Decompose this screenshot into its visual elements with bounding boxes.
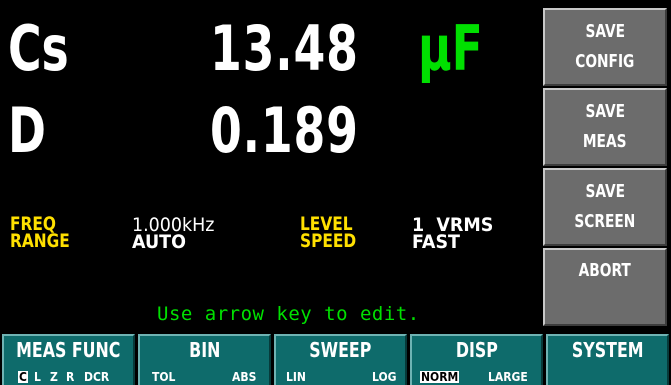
primary-unit: µF — [418, 12, 483, 85]
save-meas-label-line2: MEAS — [583, 131, 627, 152]
meas-func-option-c[interactable]: C — [18, 371, 28, 383]
lcr-meter-screen: Cs 13.48 µF D 0.189 FREQ 1.000kHz LEVEL … — [0, 0, 671, 385]
speed-value[interactable]: FAST — [412, 233, 460, 252]
bin-option-abs[interactable]: ABS — [232, 371, 256, 383]
abort-label: ABORT — [578, 260, 632, 281]
secondary-parameter-name: D — [8, 94, 46, 167]
save-screen-button[interactable]: SAVE SCREEN — [543, 168, 667, 246]
save-meas-label-line1: SAVE — [585, 101, 625, 122]
save-config-label-line2: CONFIG — [575, 51, 635, 72]
primary-parameter-name: Cs — [8, 12, 69, 85]
sweep-button[interactable]: SWEEP LIN LOG — [274, 334, 407, 385]
sweep-option-log[interactable]: LOG — [372, 371, 397, 383]
disp-option-large[interactable]: LARGE — [488, 371, 528, 383]
meas-func-title: MEAS FUNC — [16, 338, 121, 362]
system-title: SYSTEM — [571, 338, 644, 362]
range-value[interactable]: AUTO — [132, 233, 186, 252]
bin-title: BIN — [188, 338, 221, 362]
disp-title: DISP — [455, 338, 498, 362]
meas-func-option-z[interactable]: Z — [50, 371, 58, 383]
save-meas-button[interactable]: SAVE MEAS — [543, 88, 667, 166]
secondary-value: 0.189 — [210, 94, 359, 167]
speed-label: SPEED — [300, 230, 357, 252]
edit-hint-text: Use arrow key to edit. — [157, 303, 420, 325]
disp-option-norm[interactable]: NORM — [420, 371, 460, 383]
abort-button[interactable]: ABORT — [543, 248, 667, 326]
primary-value: 13.48 — [210, 12, 359, 85]
bin-option-tol[interactable]: TOL — [152, 371, 175, 383]
bin-button[interactable]: BIN TOL ABS — [138, 334, 271, 385]
disp-button[interactable]: DISP NORM LARGE — [410, 334, 543, 385]
meas-func-option-dcr[interactable]: DCR — [84, 371, 109, 383]
sweep-title: SWEEP — [309, 338, 372, 362]
range-label: RANGE — [10, 230, 70, 252]
system-button[interactable]: SYSTEM — [546, 334, 669, 385]
meas-func-option-l[interactable]: L — [34, 371, 41, 383]
save-config-label-line1: SAVE — [585, 21, 625, 42]
save-config-button[interactable]: SAVE CONFIG — [543, 8, 667, 86]
meas-func-option-r[interactable]: R — [66, 371, 74, 383]
save-screen-label-line2: SCREEN — [574, 211, 636, 232]
sweep-option-lin[interactable]: LIN — [286, 371, 306, 383]
save-screen-label-line1: SAVE — [585, 181, 625, 202]
meas-func-button[interactable]: MEAS FUNC C L Z R DCR — [2, 334, 135, 385]
